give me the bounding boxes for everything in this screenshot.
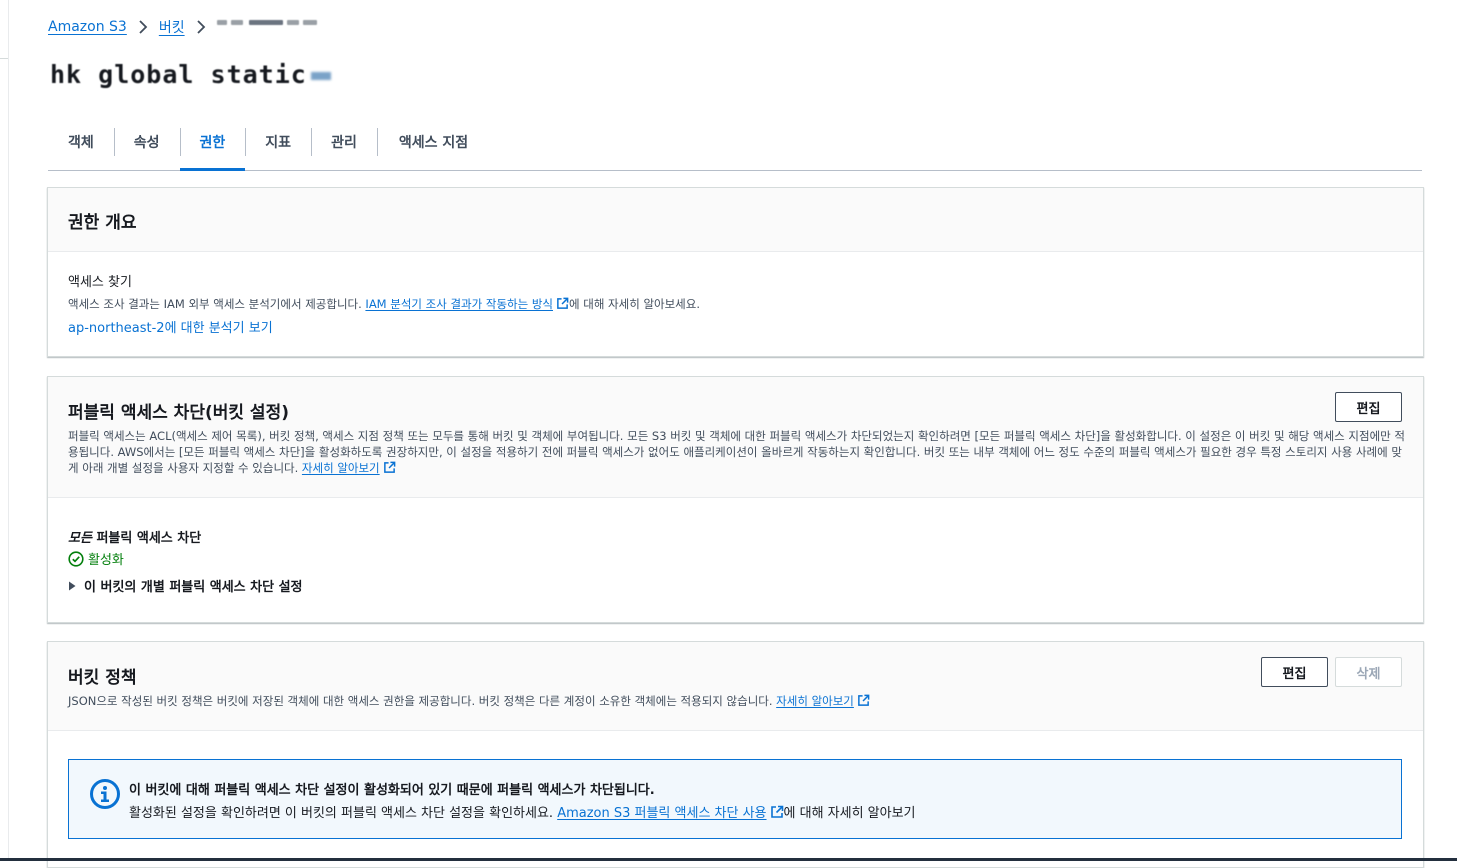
permissions-overview-panel: 권한 개요 액세스 찾기 액세스 조사 결과는 IAM 외부 액세스 분석기에서… (47, 187, 1424, 357)
tab-permissions[interactable]: 권한 (179, 123, 246, 171)
external-link-icon (557, 297, 569, 309)
title-redaction (310, 72, 331, 80)
s3-block-public-access-link[interactable]: Amazon S3 퍼블릭 액세스 차단 사용 (557, 806, 766, 821)
bpa-description: 퍼블릭 액세스는 ACL(액세스 제어 목록), 버킷 정책, 액세스 지점 정… (68, 429, 1405, 475)
tab-objects[interactable]: 객체 (48, 123, 114, 161)
policy-learn-more-link[interactable]: 자세히 알아보기 (776, 694, 854, 708)
tab-bar: 객체 속성 권한 지표 관리 액세스 지점 (48, 121, 1422, 171)
tab-management[interactable]: 관리 (311, 123, 377, 161)
breadcrumb: Amazon S3 버킷 (48, 17, 317, 37)
tab-metrics[interactable]: 지표 (245, 123, 311, 161)
block-public-access-panel: 퍼블릭 액세스 차단(버킷 설정) 편집 퍼블릭 액세스는 ACL(액세스 제어… (47, 376, 1424, 623)
access-findings-description: 액세스 조사 결과는 IAM 외부 액세스 분석기에서 제공합니다. IAM 분… (68, 297, 701, 311)
status-text: 활성화 (88, 553, 124, 568)
access-findings-label: 액세스 찾기 (68, 275, 132, 290)
panel-header: 권한 개요 (48, 188, 1423, 252)
individual-settings-expander[interactable]: 이 버킷의 개별 퍼블릭 액세스 차단 설정 (68, 576, 303, 595)
breadcrumb-amazon-s3[interactable]: Amazon S3 (48, 19, 127, 35)
bucket-name: hk global static (50, 60, 307, 89)
panel-heading: 버킷 정책 (68, 668, 137, 688)
iam-analyzer-findings-link[interactable]: IAM 분석기 조사 결과가 작동하는 방식 (365, 297, 553, 311)
policy-description: JSON으로 작성된 버킷 정책은 버킷에 저장된 객체에 대한 액세스 권한을… (68, 693, 870, 709)
info-icon (90, 779, 120, 809)
breadcrumb-bucket-name-redacted (216, 20, 317, 34)
chevron-right-icon (191, 20, 211, 34)
expander-label: 이 버킷의 개별 퍼블릭 액세스 차단 설정 (84, 580, 303, 595)
left-rail (0, 0, 9, 861)
caret-right-icon (69, 581, 76, 590)
tab-properties[interactable]: 속성 (113, 123, 180, 161)
panel-heading: 권한 개요 (68, 213, 137, 233)
policy-edit-button[interactable]: 편집 (1261, 657, 1328, 687)
view-analyzer-link[interactable]: ap-northeast-2에 대한 분석기 보기 (68, 317, 273, 336)
breadcrumb-buckets[interactable]: 버킷 (159, 17, 185, 37)
page-title: hk global static (50, 60, 331, 89)
alert-body: 활성화된 설정을 확인하려면 이 버킷의 퍼블릭 액세스 차단 설정을 확인하세… (129, 805, 916, 821)
tab-access-points[interactable]: 액세스 지점 (376, 123, 490, 161)
info-alert: 이 버킷에 대해 퍼블릭 액세스 차단 설정이 활성화되어 있기 때문에 퍼블릭… (68, 759, 1402, 839)
block-all-public-access-label: 모든 퍼블릭 액세스 차단 (68, 531, 202, 546)
chevron-right-icon (133, 20, 153, 34)
policy-delete-button[interactable]: 삭제 (1335, 657, 1402, 687)
bpa-edit-button[interactable]: 편집 (1335, 392, 1402, 422)
alert-title: 이 버킷에 대해 퍼블릭 액세스 차단 설정이 활성화되어 있기 때문에 퍼블릭… (129, 783, 655, 798)
panel-heading: 퍼블릭 액세스 차단(버킷 설정) (68, 403, 289, 423)
external-link-icon (858, 694, 870, 706)
bpa-learn-more-link[interactable]: 자세히 알아보기 (302, 461, 380, 475)
external-link-icon (770, 805, 783, 818)
bucket-policy-panel: 버킷 정책 편집 삭제 JSON으로 작성된 버킷 정책은 버킷에 저장된 객체… (47, 641, 1424, 868)
panel-header: 퍼블릭 액세스 차단(버킷 설정) 편집 퍼블릭 액세스는 ACL(액세스 제어… (48, 377, 1423, 498)
external-link-icon (383, 461, 395, 473)
check-circle-icon (68, 550, 84, 567)
panel-header: 버킷 정책 편집 삭제 JSON으로 작성된 버킷 정책은 버킷에 저장된 객체… (48, 642, 1423, 731)
status-badge: 활성화 (68, 549, 124, 568)
